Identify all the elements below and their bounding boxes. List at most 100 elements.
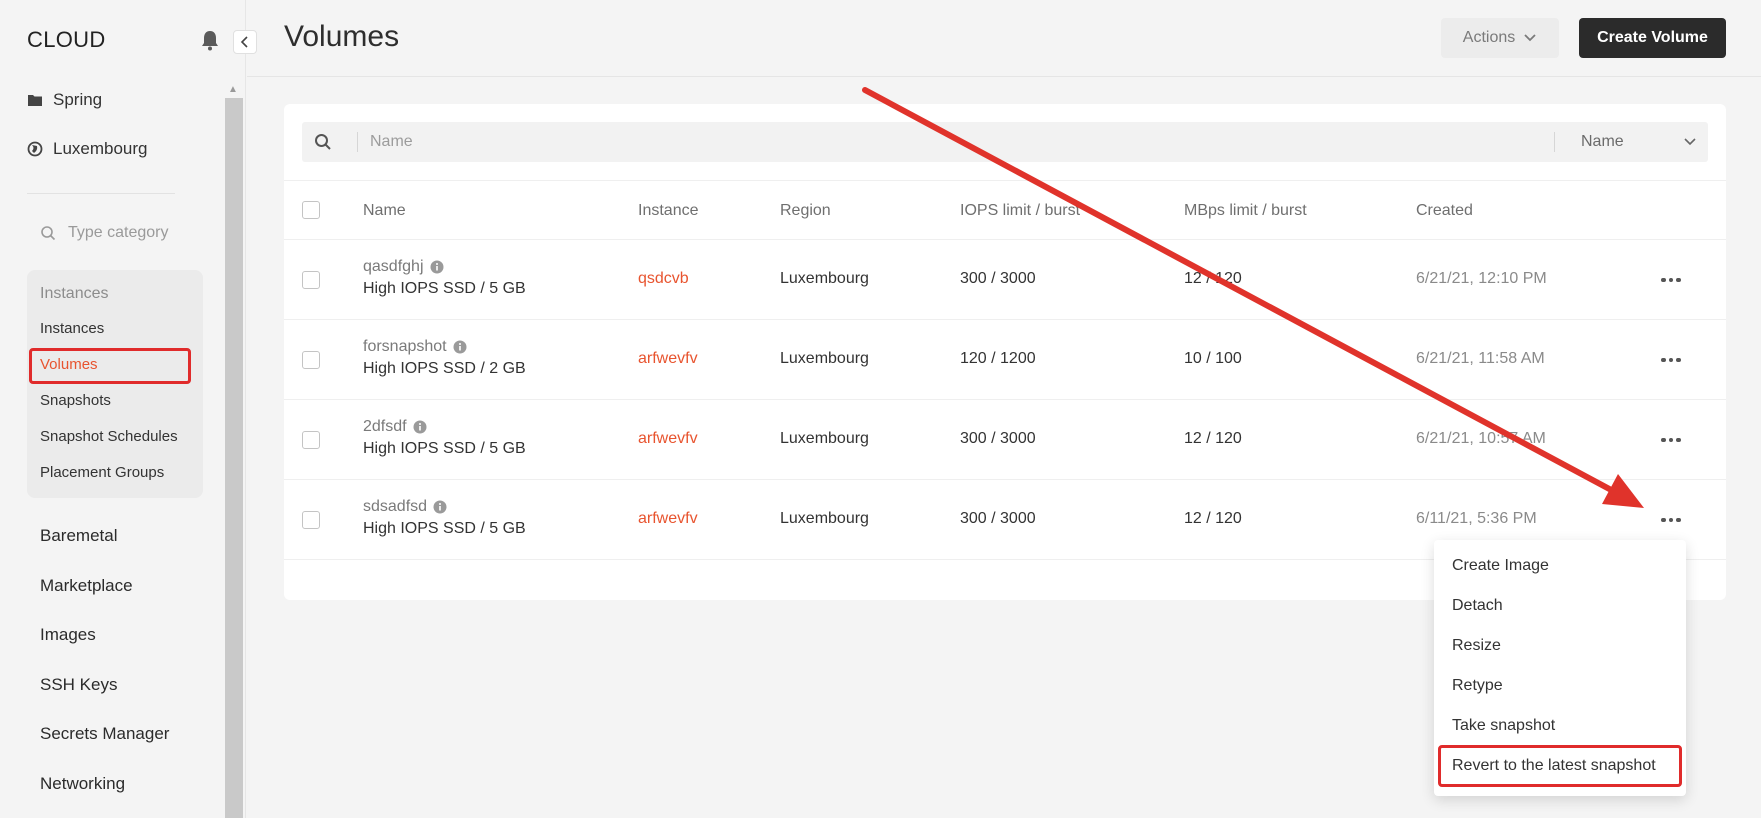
search-bar: Name Name [302,122,1708,162]
instances-group: Instances Instances Volumes Snapshots Sn… [27,270,203,498]
search-icon [41,226,56,241]
volume-type: High IOPS SSD / 5 GB [363,440,526,457]
header-divider [247,76,1761,77]
sidebar: CLOUD Spring Luxembourg Type category In… [0,0,246,818]
volume-type: High IOPS SSD / 5 GB [363,520,526,537]
iops-cell: 300 / 3000 [960,430,1036,447]
sort-separator [1554,132,1555,152]
region-cell: Luxembourg [780,510,869,527]
group-title: Instances [40,285,109,302]
table-row[interactable]: forsnapshot High IOPS SSD / 2 GB arfwevf… [284,320,1726,400]
category-search-input[interactable]: Type category [40,224,169,242]
chevron-left-icon [240,36,248,48]
iops-cell: 120 / 1200 [960,350,1036,367]
more-actions-button[interactable] [1656,268,1686,292]
sidebar-item-snapshots[interactable]: Snapshots [40,392,111,409]
region-cell: Luxembourg [780,270,869,287]
menu-item-take-snapshot[interactable]: Take snapshot [1452,717,1555,735]
row-checkbox[interactable] [302,431,320,449]
volume-name-text: sdsadfsd [363,498,428,515]
more-actions-button[interactable] [1656,428,1686,452]
actions-button[interactable]: Actions [1441,18,1559,58]
select-all-checkbox[interactable] [302,201,320,219]
category-search-placeholder: Type category [68,224,169,241]
instance-link[interactable]: arfwevfv [638,510,698,528]
column-instance[interactable]: Instance [638,202,698,220]
table-row[interactable]: 2dfsdf High IOPS SSD / 5 GB arfwevfv Lux… [284,400,1726,480]
volumes-card: Name Name Name Instance Region IOPS limi… [284,104,1726,600]
volume-actions-menu: Create Image Detach Resize Retype Take s… [1434,540,1686,796]
volume-name[interactable]: sdsadfsd [363,498,447,516]
search-input[interactable]: Name [370,133,413,151]
more-actions-button[interactable] [1656,348,1686,372]
info-icon[interactable] [413,420,427,434]
table-row[interactable]: qasdfghj High IOPS SSD / 5 GB qsdcvb Lux… [284,240,1726,320]
folder-icon [28,95,42,106]
mbps-cell: 12 / 120 [1184,430,1242,447]
sidebar-item-ssh-keys[interactable]: SSH Keys [40,675,117,695]
column-created[interactable]: Created [1416,202,1473,220]
sidebar-item-volumes[interactable]: Volumes [40,356,98,373]
info-icon[interactable] [433,500,447,514]
sort-select[interactable]: Name [1581,133,1624,151]
sidebar-item-secrets-manager[interactable]: Secrets Manager [40,724,169,744]
region-cell: Luxembourg [780,350,869,367]
iops-cell: 300 / 3000 [960,510,1036,527]
sidebar-scrollbar[interactable] [225,98,243,818]
sidebar-item-baremetal[interactable]: Baremetal [40,526,117,546]
created-cell: 6/21/21, 11:58 AM [1416,350,1545,367]
volume-type: High IOPS SSD / 2 GB [363,360,526,377]
logo: CLOUD [27,27,106,52]
table-header: Name Instance Region IOPS limit / burst … [284,180,1726,240]
search-icon [315,134,331,150]
bell-icon[interactable] [200,29,220,51]
iops-cell: 300 / 3000 [960,270,1036,287]
sidebar-item-marketplace[interactable]: Marketplace [40,576,133,596]
created-cell: 6/21/21, 12:10 PM [1416,270,1547,287]
volume-name[interactable]: forsnapshot [363,338,467,356]
row-checkbox[interactable] [302,351,320,369]
more-actions-button[interactable] [1656,508,1686,532]
volume-name[interactable]: 2dfsdf [363,418,427,436]
created-cell: 6/21/21, 10:57 AM [1416,430,1546,447]
info-icon[interactable] [453,340,467,354]
info-icon[interactable] [430,260,444,274]
globe-icon [27,141,43,157]
menu-item-retype[interactable]: Retype [1452,677,1503,695]
mbps-cell: 10 / 100 [1184,350,1242,367]
menu-item-create-image[interactable]: Create Image [1452,557,1549,575]
sidebar-item-networking[interactable]: Networking [40,774,125,794]
project-label: Spring [53,90,103,109]
row-checkbox[interactable] [302,271,320,289]
page-title: Volumes [284,20,400,53]
actions-label: Actions [1462,29,1516,46]
menu-item-detach[interactable]: Detach [1452,597,1503,615]
project-selector[interactable]: Spring [27,90,102,110]
volume-type: High IOPS SSD / 5 GB [363,280,526,297]
chevron-down-icon[interactable] [1682,134,1698,150]
instance-link[interactable]: arfwevfv [638,430,698,448]
chevron-down-icon [1524,34,1536,42]
region-label: Luxembourg [53,139,148,158]
mbps-cell: 12 / 120 [1184,510,1242,527]
region-selector[interactable]: Luxembourg [27,139,148,159]
column-name[interactable]: Name [363,202,406,220]
sidebar-item-images[interactable]: Images [40,625,96,645]
scroll-up-icon[interactable]: ▲ [228,84,238,95]
collapse-sidebar-button[interactable] [233,30,257,54]
mbps-cell: 12 / 120 [1184,270,1242,287]
menu-item-revert-snapshot[interactable]: Revert to the latest snapshot [1452,757,1656,775]
column-mbps[interactable]: MBps limit / burst [1184,202,1307,220]
sidebar-item-snapshot-schedules[interactable]: Snapshot Schedules [40,428,178,445]
instance-link[interactable]: arfwevfv [638,350,698,368]
instance-link[interactable]: qsdcvb [638,270,689,288]
column-iops[interactable]: IOPS limit / burst [960,202,1080,220]
sidebar-item-placement-groups[interactable]: Placement Groups [40,464,164,481]
column-region[interactable]: Region [780,202,831,220]
create-volume-button[interactable]: Create Volume [1579,18,1726,58]
menu-item-resize[interactable]: Resize [1452,637,1501,655]
search-separator [357,132,358,152]
volume-name[interactable]: qasdfghj [363,258,444,276]
row-checkbox[interactable] [302,511,320,529]
sidebar-item-instances[interactable]: Instances [40,320,104,337]
